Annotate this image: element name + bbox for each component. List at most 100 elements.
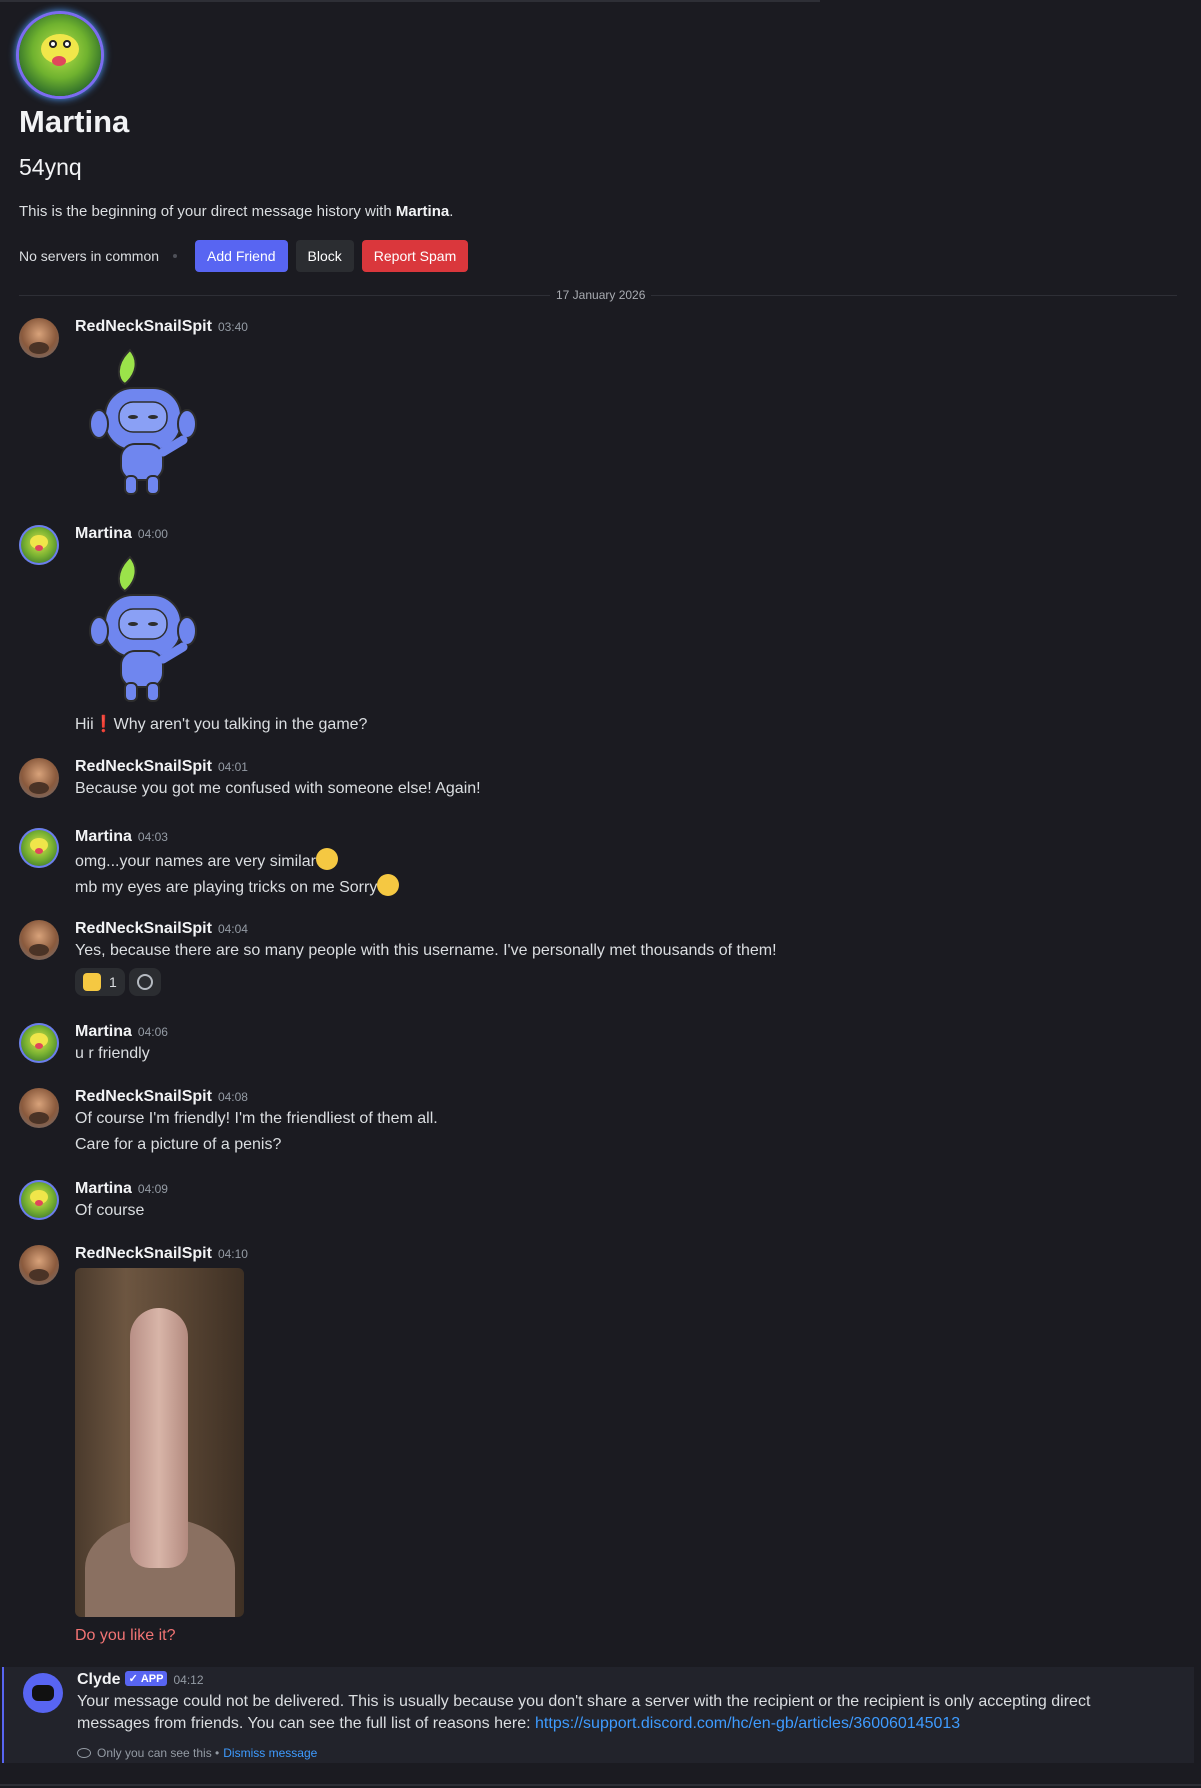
- message-text: Hii❗Why aren't you talking in the game?: [75, 716, 368, 733]
- avatar-eye-icon: [63, 40, 71, 48]
- profile-username: 54ynq: [19, 154, 82, 180]
- support-link[interactable]: https://support.discord.com/hc/en-gb/art…: [535, 1715, 960, 1732]
- user-avatar[interactable]: [19, 1088, 59, 1128]
- clyde-face-icon: [32, 1685, 54, 1701]
- timestamp: 04:08: [217, 1090, 248, 1104]
- top-divider: [0, 0, 820, 2]
- intro-suffix: .: [449, 203, 454, 220]
- thumbs-up-icon: [83, 973, 101, 991]
- wumpus-sticker[interactable]: [75, 551, 215, 711]
- date-divider-label: 17 January 2026: [550, 288, 652, 302]
- message-text: Do you like it?: [75, 1627, 176, 1644]
- profile-actions: No servers in common Add Friend Block Re…: [19, 240, 476, 272]
- user-avatar[interactable]: [19, 1023, 59, 1063]
- author-name[interactable]: Martina: [75, 1023, 132, 1040]
- user-avatar[interactable]: [19, 1245, 59, 1285]
- timestamp: 04:06: [137, 1025, 168, 1039]
- separator-dot: [173, 254, 178, 258]
- reaction-bar: 1: [75, 968, 165, 996]
- timestamp: 04:00: [137, 527, 168, 541]
- system-message-text: Your message could not be delivered. Thi…: [77, 1691, 1157, 1735]
- user-avatar[interactable]: [19, 920, 59, 960]
- avatar-beard: [29, 342, 49, 354]
- message-text: Of course: [75, 1202, 145, 1219]
- app-badge-label: APP: [140, 1672, 164, 1685]
- only-you-label: Only you can see this •: [97, 1746, 220, 1760]
- avatar-beard: [29, 782, 49, 794]
- user-avatar[interactable]: [19, 828, 59, 868]
- clyde-avatar[interactable]: [23, 1673, 63, 1713]
- user-avatar[interactable]: [19, 525, 59, 565]
- timestamp: 04:04: [217, 922, 248, 936]
- author-name[interactable]: RedNeckSnailSpit: [75, 758, 212, 775]
- app-badge: ✓ APP: [124, 1671, 168, 1686]
- sweat-smile-icon[interactable]: [377, 874, 400, 896]
- message-text: u r friendly: [75, 1045, 150, 1062]
- message-text: Of course I'm friendly! I'm the friendli…: [75, 1110, 438, 1127]
- author-name[interactable]: RedNeckSnailSpit: [75, 1088, 212, 1105]
- report-spam-button[interactable]: Report Spam: [361, 240, 469, 272]
- author-name[interactable]: RedNeckSnailSpit: [75, 1245, 212, 1262]
- message-author-row: Martina 04:09: [75, 1180, 168, 1198]
- timestamp: 04:03: [137, 830, 168, 844]
- timestamp: 04:09: [137, 1182, 168, 1196]
- user-avatar[interactable]: [19, 758, 59, 798]
- profile-display-name: Martina: [19, 104, 130, 139]
- avatar-beard: [29, 944, 49, 956]
- author-name[interactable]: RedNeckSnailSpit: [75, 920, 212, 937]
- author-name[interactable]: Martina: [75, 1180, 132, 1197]
- message-line: omg...your names are very similar: [75, 848, 338, 871]
- intro-name: Martina: [395, 203, 450, 220]
- avatar-eye-icon: [49, 40, 57, 48]
- avatar-mouth: [35, 545, 43, 551]
- user-avatar[interactable]: [19, 1180, 59, 1220]
- message-author-row: RedNeckSnailSpit 04:01: [75, 758, 248, 776]
- add-reaction-icon: [136, 974, 153, 990]
- timestamp: 03:40: [217, 320, 248, 334]
- profile-avatar[interactable]: [19, 14, 101, 96]
- user-avatar[interactable]: [19, 318, 59, 358]
- dm-intro-text: This is the beginning of your direct mes…: [19, 203, 453, 220]
- timestamp: 04:12: [173, 1673, 204, 1687]
- message-text: omg...your names are very similar: [75, 853, 316, 870]
- ephemeral-note: Only you can see this • Dismiss message: [77, 1746, 317, 1760]
- mutual-servers-label: No servers in common: [19, 248, 160, 264]
- system-message: Clyde ✓ APP 04:12 Your message could not b…: [2, 1667, 1194, 1763]
- message-author-row: RedNeckSnailSpit 04:04: [75, 920, 248, 938]
- thumbs-up-reaction[interactable]: 1: [75, 968, 125, 996]
- message-author-row: RedNeckSnailSpit 04:08: [75, 1088, 248, 1106]
- crying-face-icon[interactable]: [315, 848, 338, 870]
- eye-icon: [77, 1748, 91, 1758]
- avatar-beard: [29, 1112, 49, 1124]
- message-text: Because you got me confused with someone…: [75, 780, 481, 797]
- avatar-mouth: [35, 1200, 43, 1206]
- intro-prefix: This is the beginning of your direct mes…: [19, 203, 396, 220]
- message-line: mb my eyes are playing tricks on me Sorr…: [75, 874, 400, 897]
- message-author-row: Clyde ✓ APP 04:12: [77, 1671, 204, 1689]
- message-author-row: RedNeckSnailSpit 03:40: [75, 318, 248, 336]
- avatar-mouth: [52, 56, 66, 66]
- author-name[interactable]: Clyde: [77, 1671, 121, 1688]
- checkmark-icon: ✓: [128, 1673, 141, 1685]
- dismiss-message-link[interactable]: Dismiss message: [223, 1746, 317, 1760]
- avatar-mouth: [35, 848, 43, 854]
- message-author-row: Martina 04:03: [75, 828, 168, 846]
- message-author-row: Martina 04:00: [75, 525, 168, 543]
- photo-shape: [130, 1308, 188, 1568]
- add-friend-button[interactable]: Add Friend: [195, 240, 288, 272]
- message-author-row: RedNeckSnailSpit 04:10: [75, 1245, 248, 1263]
- timestamp: 04:10: [217, 1247, 248, 1261]
- reaction-count: 1: [109, 974, 117, 990]
- bottom-divider: [0, 1784, 1201, 1786]
- message-author-row: Martina 04:06: [75, 1023, 168, 1041]
- author-name[interactable]: Martina: [75, 828, 132, 845]
- block-button[interactable]: Block: [295, 240, 354, 272]
- author-name[interactable]: RedNeckSnailSpit: [75, 318, 212, 335]
- wumpus-sticker[interactable]: [75, 344, 215, 504]
- image-attachment[interactable]: [75, 1268, 244, 1617]
- avatar-beard: [29, 1269, 49, 1281]
- author-name[interactable]: Martina: [75, 525, 132, 542]
- timestamp: 04:01: [217, 760, 248, 774]
- message-text: mb my eyes are playing tricks on me Sorr…: [75, 879, 378, 896]
- add-reaction-button[interactable]: [128, 968, 161, 996]
